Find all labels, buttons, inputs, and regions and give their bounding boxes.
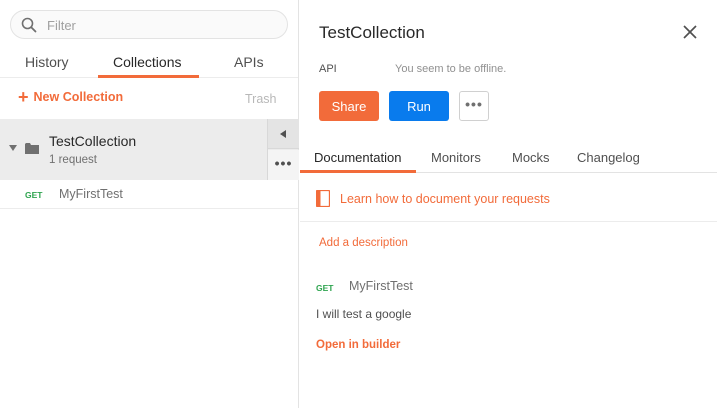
expand-collection-button[interactable] <box>268 119 299 149</box>
page-title: TestCollection <box>319 23 425 42</box>
open-in-builder-link[interactable]: Open in builder <box>316 339 400 351</box>
collection-name: TestCollection <box>49 133 137 149</box>
sidebar-tabs: History Collections APIs <box>0 48 298 78</box>
tab-apis[interactable]: APIs <box>234 54 264 70</box>
search-icon <box>21 17 37 33</box>
collection-more-button[interactable]: ••• <box>268 150 299 180</box>
tab-changelog[interactable]: Changelog <box>577 150 640 165</box>
new-collection-label: New Collection <box>33 90 124 104</box>
collection-request-count: 1 request <box>49 154 97 166</box>
collection-item[interactable]: TestCollection 1 request ••• <box>0 119 299 180</box>
tab-history[interactable]: History <box>25 54 69 70</box>
trash-button[interactable]: Trash <box>245 92 277 106</box>
offline-message: You seem to be offline. <box>395 63 507 75</box>
collection-actions: ••• <box>267 119 299 180</box>
share-button[interactable]: Share <box>319 91 379 121</box>
plus-icon: + <box>18 87 29 107</box>
search-box[interactable] <box>10 10 288 39</box>
more-actions-button[interactable]: ••• <box>459 91 489 121</box>
folder-icon <box>25 143 39 154</box>
request-method-badge: GET <box>316 283 334 293</box>
collection-details-panel: TestCollection API You seem to be offlin… <box>300 0 717 408</box>
request-name: MyFirstTest <box>59 187 123 201</box>
active-tab-indicator <box>98 75 199 78</box>
tab-collections[interactable]: Collections <box>113 54 181 70</box>
search-input[interactable] <box>47 16 277 34</box>
tab-monitors[interactable]: Monitors <box>431 150 481 165</box>
active-tab-indicator <box>300 170 416 173</box>
close-icon[interactable] <box>682 24 698 40</box>
request-method-badge: GET <box>25 190 43 200</box>
book-icon <box>316 190 330 207</box>
learn-banner: Learn how to document your requests <box>300 174 717 222</box>
add-description-link[interactable]: Add a description <box>319 237 408 249</box>
sidebar-toolbar: + New Collection Trash <box>0 79 298 119</box>
request-description: I will test a google <box>316 307 412 321</box>
new-collection-button[interactable]: + New Collection <box>18 87 124 107</box>
tab-mocks[interactable]: Mocks <box>512 150 550 165</box>
api-label: API <box>319 63 337 75</box>
run-button[interactable]: Run <box>389 91 449 121</box>
request-name[interactable]: MyFirstTest <box>349 279 413 293</box>
chevron-down-icon[interactable] <box>9 145 17 151</box>
request-item[interactable]: GET MyFirstTest <box>0 180 298 209</box>
sidebar: History Collections APIs + New Collectio… <box>0 0 299 408</box>
chevron-left-icon <box>280 130 286 138</box>
learn-documentation-link[interactable]: Learn how to document your requests <box>340 192 550 206</box>
tab-documentation[interactable]: Documentation <box>314 150 401 165</box>
panel-tabs: Documentation Monitors Mocks Changelog <box>300 143 717 173</box>
